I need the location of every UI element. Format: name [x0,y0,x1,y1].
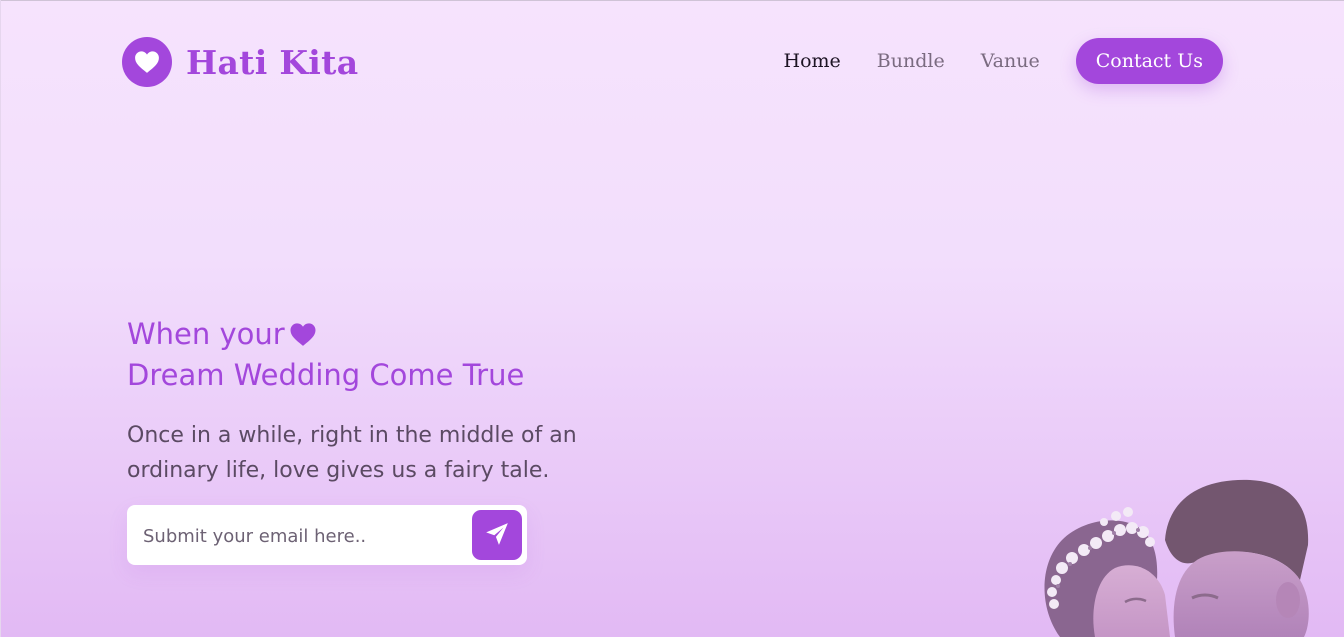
email-input[interactable] [141,515,465,557]
brand-logo[interactable]: Hati Kita [122,36,358,88]
brand-name: Hati Kita [186,42,359,82]
contact-us-button[interactable]: Contact Us [1075,38,1223,84]
nav-vanue[interactable]: Vanue [981,50,1040,72]
nav-bundle[interactable]: Bundle [877,50,945,72]
left-border [0,0,1,637]
submit-email-button[interactable] [472,510,522,560]
hero-description: Once in a while, right in the middle of … [127,423,577,483]
paper-plane-icon [484,521,510,550]
heart-icon [122,37,172,87]
main-nav: Home Bundle Vanue Contact Us [784,38,1223,84]
hero-title: When your Dream Wedding Come True [127,315,524,394]
wedding-couple-photo [1000,470,1344,637]
nav-home[interactable]: Home [784,50,841,72]
heart-icon [289,318,317,356]
top-border [0,0,1344,1]
hero-title-line1: When your [127,317,285,351]
hero-title-line2: Dream Wedding Come True [127,358,525,392]
email-signup-form [127,505,527,565]
